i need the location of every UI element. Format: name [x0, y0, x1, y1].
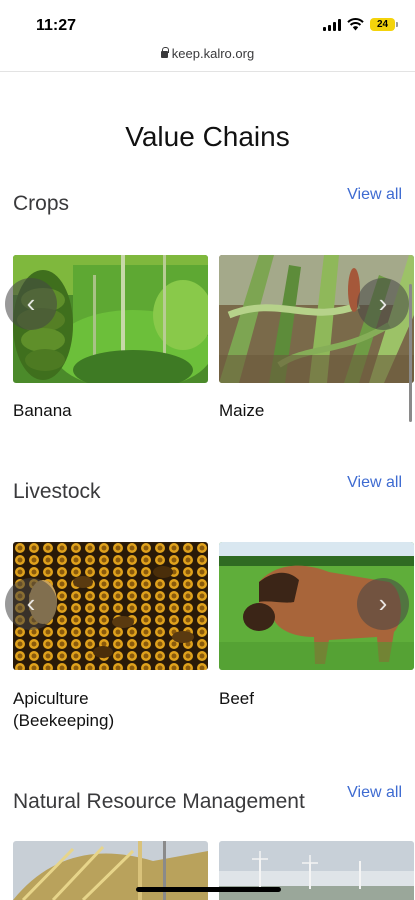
- view-all-crops-link[interactable]: View all: [347, 186, 402, 204]
- wifi-icon: [347, 18, 364, 31]
- battery-icon: 24: [370, 18, 398, 31]
- section-title-livestock: Livestock: [13, 480, 101, 503]
- view-all-nrm-link[interactable]: View all: [347, 784, 402, 802]
- apiculture-label[interactable]: Apiculture (Beekeeping): [13, 688, 193, 732]
- crops-next-button[interactable]: ›: [357, 278, 409, 330]
- crops-prev-button[interactable]: ‹: [5, 278, 57, 330]
- signal-icon: [323, 18, 341, 31]
- status-time: 11:27: [36, 17, 77, 34]
- view-all-livestock-link[interactable]: View all: [347, 474, 402, 492]
- banana-label[interactable]: Banana: [13, 400, 72, 422]
- status-icons: 24: [323, 18, 398, 31]
- section-title-crops: Crops: [13, 192, 70, 215]
- url-bar[interactable]: keep.kalro.org: [0, 46, 415, 70]
- chevron-right-icon: ›: [378, 588, 388, 618]
- page-title: Value Chains: [125, 121, 290, 152]
- section-title-nrm: Natural Resource Management: [13, 790, 305, 813]
- status-bar: 11:27 24: [0, 0, 415, 44]
- livestock-next-button[interactable]: ›: [357, 578, 409, 630]
- beef-label[interactable]: Beef: [219, 688, 254, 710]
- url-divider: [0, 71, 415, 72]
- maize-label[interactable]: Maize: [219, 400, 264, 422]
- url-text: keep.kalro.org: [171, 46, 255, 61]
- livestock-prev-button[interactable]: ‹: [5, 578, 57, 630]
- chevron-right-icon: ›: [378, 288, 388, 318]
- scroll-indicator[interactable]: [409, 284, 412, 422]
- lock-icon: [160, 47, 169, 58]
- chevron-left-icon: ‹: [26, 588, 36, 618]
- home-indicator[interactable]: [136, 887, 281, 892]
- chevron-left-icon: ‹: [26, 288, 36, 318]
